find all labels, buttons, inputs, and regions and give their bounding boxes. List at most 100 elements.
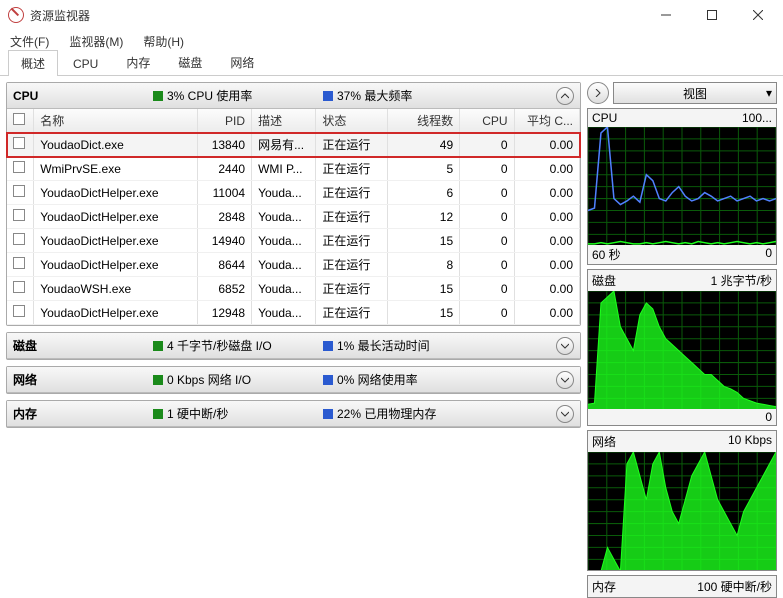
expand-button[interactable] bbox=[556, 371, 574, 389]
app-icon bbox=[8, 7, 24, 23]
cell-name: YoudaoDictHelper.exe bbox=[34, 229, 197, 253]
checkbox-icon[interactable] bbox=[13, 257, 25, 269]
view-dropdown[interactable]: 视图 ▾ bbox=[613, 82, 777, 104]
cell-status: 正在运行 bbox=[316, 157, 388, 181]
cpu-usage-label: 3% CPU 使用率 bbox=[167, 87, 252, 104]
cell-pid: 11004 bbox=[197, 181, 251, 205]
disk-section-header[interactable]: 磁盘 4 千字节/秒磁盘 I/O 1% 最长活动时间 bbox=[7, 333, 580, 359]
cell-avg: 0.00 bbox=[514, 205, 579, 229]
checkbox-icon[interactable] bbox=[13, 281, 25, 293]
memory-section: 内存 1 硬中断/秒 22% 已用物理内存 bbox=[6, 400, 581, 428]
cell-threads: 15 bbox=[388, 301, 460, 325]
disk-active-label: 1% 最长活动时间 bbox=[337, 337, 430, 354]
table-row[interactable]: YoudaoWSH.exe 6852 Youda... 正在运行 15 0 0.… bbox=[7, 277, 580, 301]
cell-cpu: 0 bbox=[460, 181, 514, 205]
cell-name: WmiPrvSE.exe bbox=[34, 157, 197, 181]
cpu-section: CPU 3% CPU 使用率 37% 最大频率 名称 PID 描述 状态 线程数… bbox=[6, 82, 581, 326]
cell-threads: 6 bbox=[388, 181, 460, 205]
table-row[interactable]: WmiPrvSE.exe 2440 WMI P... 正在运行 5 0 0.00 bbox=[7, 157, 580, 181]
cpu-maxfreq-label: 37% 最大频率 bbox=[337, 87, 412, 104]
chart-yaxis: 1 兆字节/秒 bbox=[711, 272, 772, 289]
cell-cpu: 0 bbox=[460, 157, 514, 181]
cell-name: YoudaoDictHelper.exe bbox=[34, 205, 197, 229]
expand-button[interactable] bbox=[556, 405, 574, 423]
cell-name: YoudaoDictHelper.exe bbox=[34, 253, 197, 277]
cell-threads: 5 bbox=[388, 157, 460, 181]
col-threads[interactable]: 线程数 bbox=[388, 109, 460, 133]
square-icon bbox=[153, 91, 163, 101]
checkbox-icon[interactable] bbox=[13, 233, 25, 245]
cpu-section-header[interactable]: CPU 3% CPU 使用率 37% 最大频率 bbox=[7, 83, 580, 109]
tab-network[interactable]: 网络 bbox=[217, 49, 267, 75]
cell-cpu: 0 bbox=[460, 133, 514, 157]
left-pane: CPU 3% CPU 使用率 37% 最大频率 名称 PID 描述 状态 线程数… bbox=[6, 82, 581, 543]
square-icon bbox=[153, 341, 163, 351]
cell-status: 正在运行 bbox=[316, 133, 388, 157]
cell-cpu: 0 bbox=[460, 229, 514, 253]
col-pid[interactable]: PID bbox=[197, 109, 251, 133]
col-name[interactable]: 名称 bbox=[34, 109, 197, 133]
cell-avg: 0.00 bbox=[514, 253, 579, 277]
cell-status: 正在运行 bbox=[316, 181, 388, 205]
mem-used-label: 22% 已用物理内存 bbox=[337, 405, 436, 422]
minimize-button[interactable] bbox=[643, 0, 689, 30]
col-cpu[interactable]: CPU bbox=[460, 109, 514, 133]
chart-yaxis: 100 硬中断/秒 bbox=[697, 578, 772, 595]
table-row[interactable]: YoudaoDictHelper.exe 8644 Youda... 正在运行 … bbox=[7, 253, 580, 277]
titlebar: 资源监视器 bbox=[0, 0, 783, 30]
cell-name: YoudaoDictHelper.exe bbox=[34, 301, 197, 325]
cell-desc: Youda... bbox=[252, 205, 316, 229]
cell-pid: 2440 bbox=[197, 157, 251, 181]
cell-name: YoudaoDict.exe bbox=[34, 133, 197, 157]
expand-button[interactable] bbox=[556, 337, 574, 355]
maximize-button[interactable] bbox=[689, 0, 735, 30]
checkbox-icon[interactable] bbox=[13, 137, 25, 149]
table-row[interactable]: YoudaoDictHelper.exe 11004 Youda... 正在运行… bbox=[7, 181, 580, 205]
cell-cpu: 0 bbox=[460, 277, 514, 301]
cpu-section-title: CPU bbox=[13, 89, 153, 103]
table-row[interactable]: YoudaoDictHelper.exe 12948 Youda... 正在运行… bbox=[7, 301, 580, 325]
cell-avg: 0.00 bbox=[514, 229, 579, 253]
cell-desc: Youda... bbox=[252, 277, 316, 301]
square-icon bbox=[323, 91, 333, 101]
checkbox-icon[interactable] bbox=[13, 185, 25, 197]
scroll-right-button[interactable] bbox=[587, 82, 609, 104]
close-button[interactable] bbox=[735, 0, 781, 30]
network-section-header[interactable]: 网络 0 Kbps 网络 I/O 0% 网络使用率 bbox=[7, 367, 580, 393]
disk-io-label: 4 千字节/秒磁盘 I/O bbox=[167, 337, 272, 354]
col-status[interactable]: 状态 bbox=[316, 109, 388, 133]
cell-avg: 0.00 bbox=[514, 301, 579, 325]
checkbox-icon[interactable] bbox=[13, 209, 25, 221]
checkbox-icon[interactable] bbox=[13, 161, 25, 173]
col-avg[interactable]: 平均 C... bbox=[514, 109, 579, 133]
col-checkbox[interactable] bbox=[7, 109, 34, 133]
cell-cpu: 0 bbox=[460, 253, 514, 277]
process-table: 名称 PID 描述 状态 线程数 CPU 平均 C... YoudaoDict.… bbox=[7, 109, 580, 325]
chart-title: CPU bbox=[592, 111, 617, 125]
cell-cpu: 0 bbox=[460, 301, 514, 325]
cell-desc: Youda... bbox=[252, 253, 316, 277]
tab-memory[interactable]: 内存 bbox=[113, 49, 163, 75]
menu-file[interactable]: 文件(F) bbox=[6, 31, 53, 52]
tab-cpu[interactable]: CPU bbox=[60, 52, 111, 75]
tab-overview[interactable]: 概述 bbox=[8, 50, 58, 76]
table-row[interactable]: YoudaoDictHelper.exe 14940 Youda... 正在运行… bbox=[7, 229, 580, 253]
table-row[interactable]: YoudaoDict.exe 13840 网易有... 正在运行 49 0 0.… bbox=[7, 133, 580, 157]
header-row: 名称 PID 描述 状态 线程数 CPU 平均 C... bbox=[7, 109, 580, 133]
table-row[interactable]: YoudaoDictHelper.exe 2848 Youda... 正在运行 … bbox=[7, 205, 580, 229]
chart-title: 网络 bbox=[592, 433, 616, 450]
chart-zero: 0 bbox=[765, 246, 772, 263]
square-icon bbox=[323, 341, 333, 351]
checkbox-icon[interactable] bbox=[13, 113, 25, 125]
view-label: 视图 bbox=[683, 85, 707, 102]
cell-status: 正在运行 bbox=[316, 301, 388, 325]
col-desc[interactable]: 描述 bbox=[252, 109, 316, 133]
tab-disk[interactable]: 磁盘 bbox=[165, 49, 215, 75]
collapse-button[interactable] bbox=[556, 87, 574, 105]
cell-name: YoudaoWSH.exe bbox=[34, 277, 197, 301]
checkbox-icon[interactable] bbox=[13, 305, 25, 317]
cell-desc: WMI P... bbox=[252, 157, 316, 181]
memory-section-header[interactable]: 内存 1 硬中断/秒 22% 已用物理内存 bbox=[7, 401, 580, 427]
chart-yaxis: 10 Kbps bbox=[728, 433, 772, 450]
cell-avg: 0.00 bbox=[514, 157, 579, 181]
